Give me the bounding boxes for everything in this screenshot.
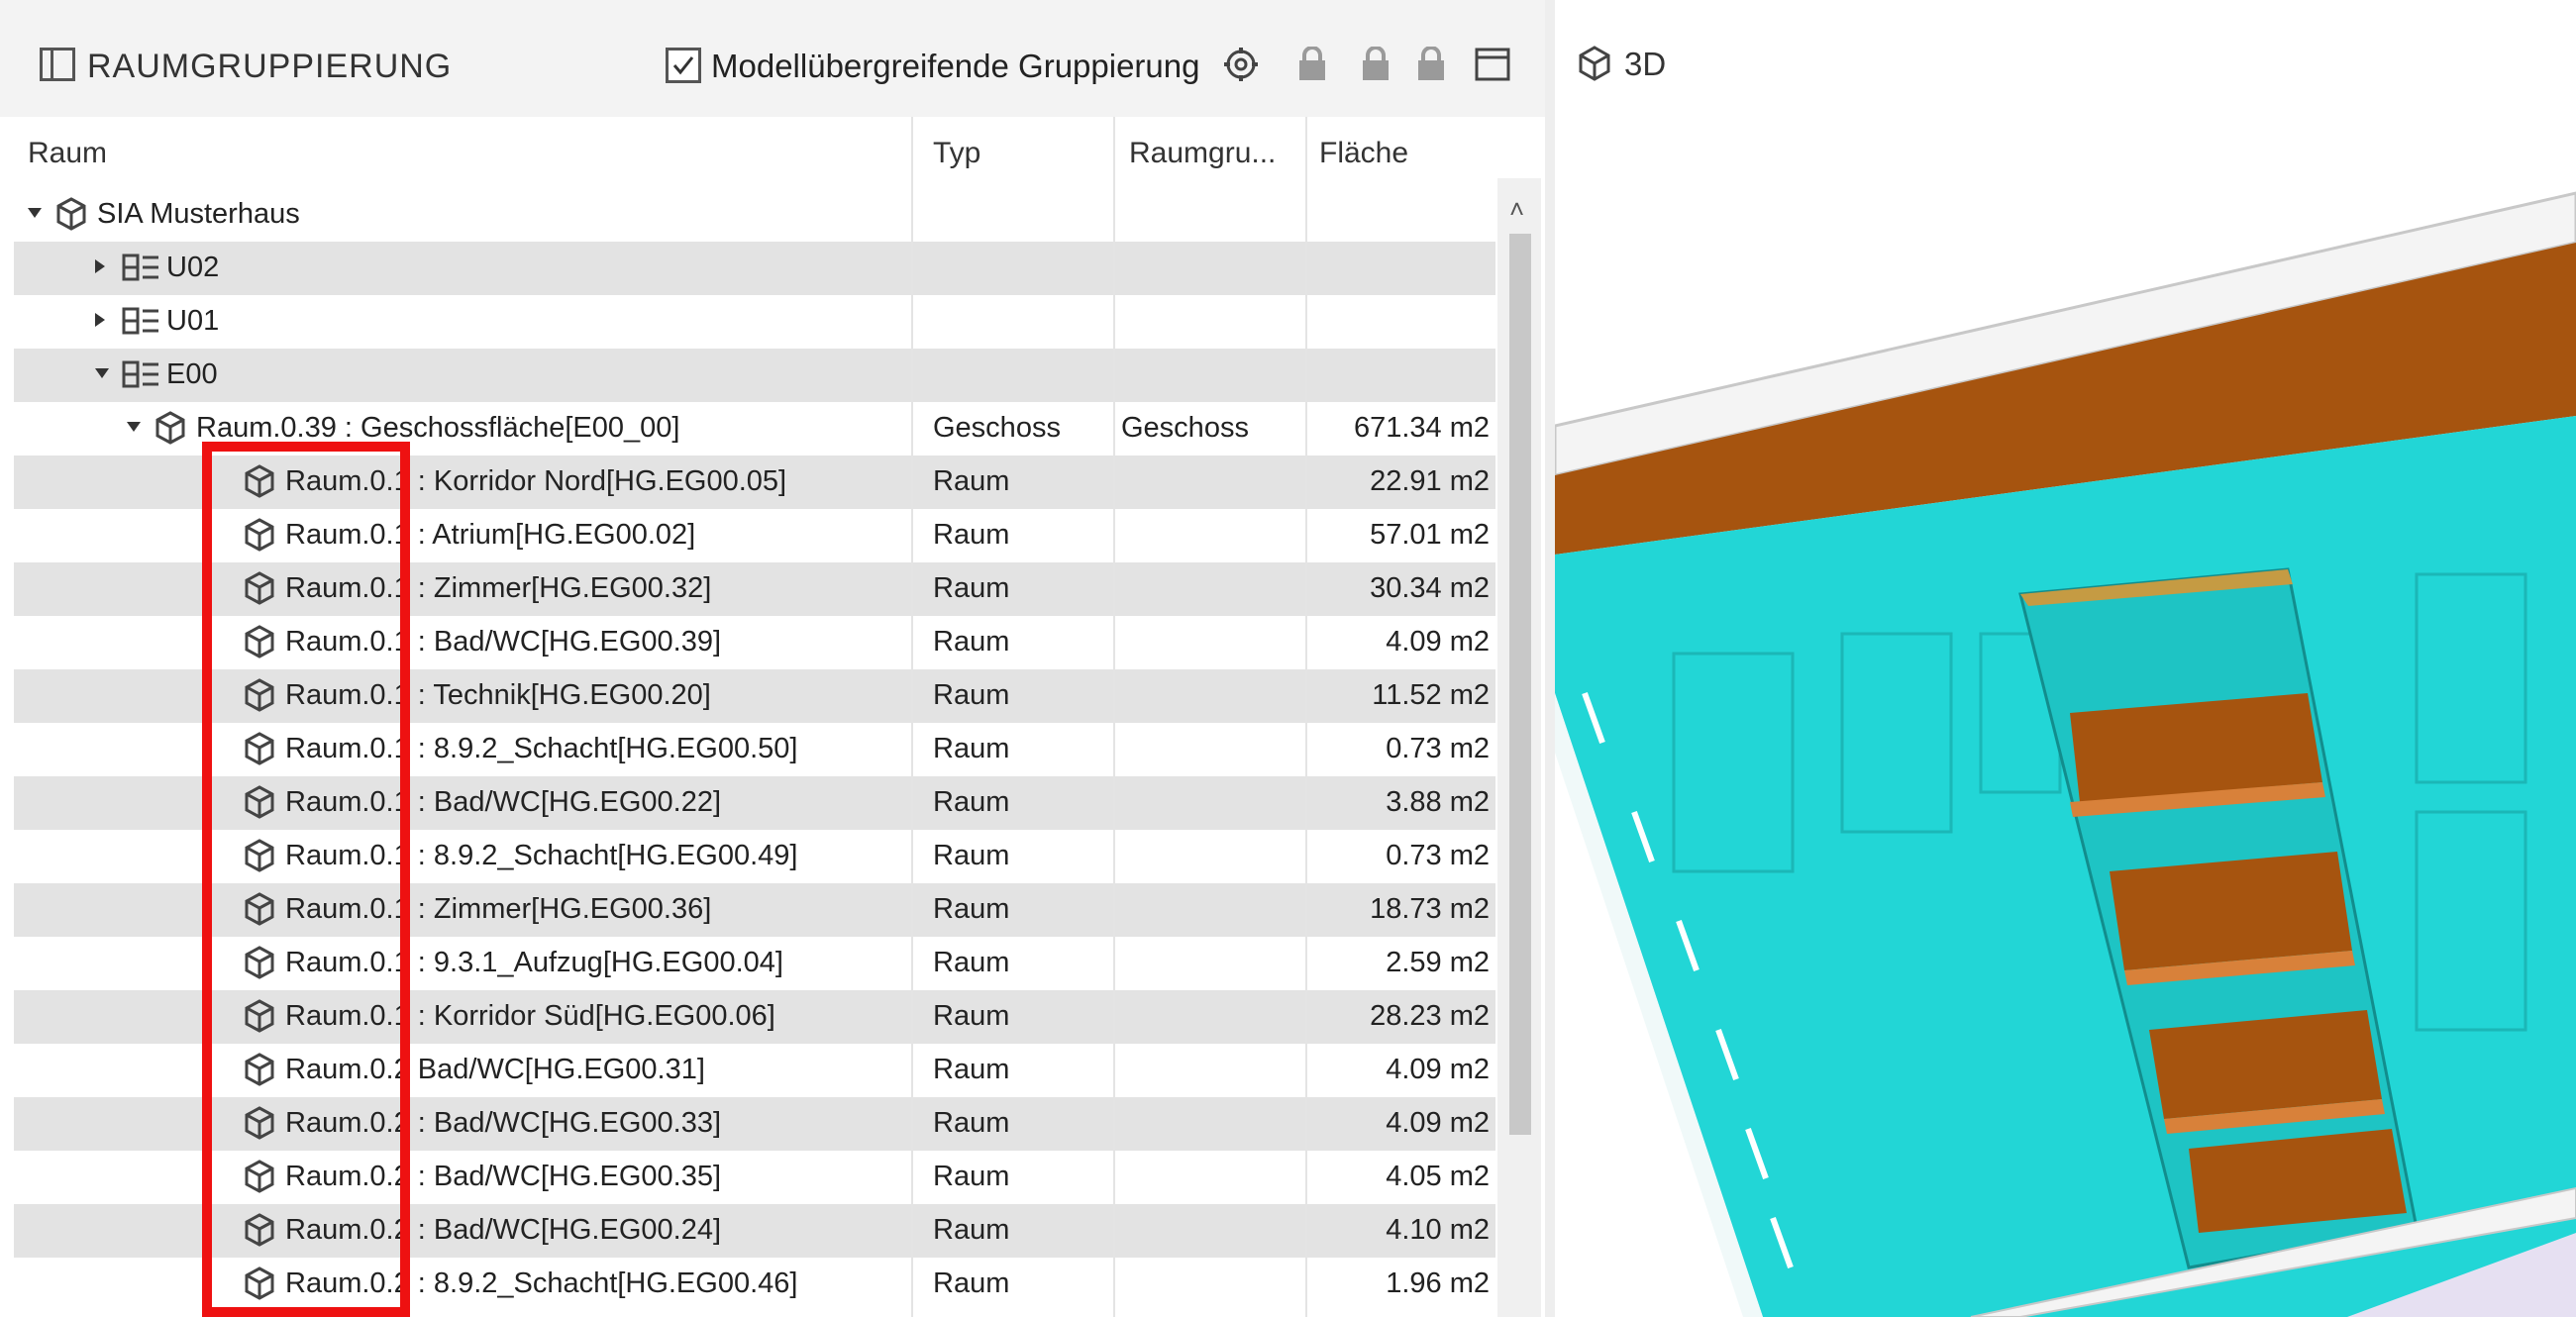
- room-type: Raum: [933, 519, 1010, 551]
- room-group: Geschoss: [1121, 412, 1249, 444]
- panel-header: RAUMGRUPPIERUNG Modellübergreifende Grup…: [0, 0, 1545, 117]
- lock-icon[interactable]: [1291, 44, 1333, 85]
- building-level-icon: [121, 252, 160, 288]
- room-type: Raum: [933, 733, 1010, 764]
- expand-arrow-right-icon[interactable]: [95, 313, 105, 327]
- room-area: 57.01 m2: [1370, 519, 1490, 551]
- scroll-up-icon[interactable]: ˄: [1509, 194, 1524, 225]
- scrollbar-thumb[interactable]: [1509, 234, 1531, 1135]
- window-icon[interactable]: [1472, 44, 1513, 85]
- room-area: 22.91 m2: [1370, 465, 1490, 497]
- cube-icon: [153, 410, 188, 451]
- room-name: SIA Musterhaus: [97, 198, 300, 230]
- expand-arrow-right-icon[interactable]: [95, 259, 105, 273]
- checkmark-icon: [672, 56, 694, 75]
- room-area: 3.88 m2: [1386, 786, 1490, 818]
- column-header-raum[interactable]: Raum: [28, 137, 107, 170]
- building-model-render: [1555, 191, 2576, 1317]
- expand-arrow-down-icon[interactable]: [95, 368, 109, 378]
- building-level-icon: [121, 358, 160, 395]
- room-type: Geschoss: [933, 412, 1061, 444]
- room-type: Raum: [933, 572, 1010, 604]
- expand-arrow-down-icon[interactable]: [28, 208, 42, 218]
- tree-row[interactable]: U02: [14, 242, 1495, 295]
- column-separator: [1113, 117, 1115, 1317]
- tree-row[interactable]: U01: [14, 295, 1495, 349]
- room-type: Raum: [933, 1107, 1010, 1139]
- room-area: 30.34 m2: [1370, 572, 1490, 604]
- cross-model-grouping-label[interactable]: Modellübergreifende Gruppierung: [711, 48, 1200, 85]
- settings-icon[interactable]: [1220, 44, 1262, 85]
- column-separator: [911, 117, 913, 1317]
- cross-model-grouping-checkbox[interactable]: [666, 48, 701, 83]
- room-name: U02: [166, 252, 220, 283]
- room-name: U01: [166, 305, 220, 337]
- room-type: Raum: [933, 947, 1010, 978]
- lock-icon[interactable]: [1355, 44, 1396, 85]
- room-area: 1.96 m2: [1386, 1267, 1490, 1299]
- tree-row[interactable]: SIA Musterhaus: [14, 188, 1495, 242]
- room-area: 2.59 m2: [1386, 947, 1490, 978]
- panel-title: RAUMGRUPPIERUNG: [87, 48, 453, 85]
- panel-divider[interactable]: [1545, 0, 1555, 1317]
- red-highlight-box: [202, 442, 410, 1317]
- vertical-scrollbar[interactable]: ˄: [1497, 178, 1541, 1317]
- room-area: 0.73 m2: [1386, 733, 1490, 764]
- room-type: Raum: [933, 1161, 1010, 1192]
- room-type: Raum: [933, 679, 1010, 711]
- room-area: 28.23 m2: [1370, 1000, 1490, 1032]
- room-area: 4.10 m2: [1386, 1214, 1490, 1246]
- room-area: 11.52 m2: [1372, 679, 1490, 711]
- column-separator: [1305, 117, 1307, 1317]
- room-type: Raum: [933, 1054, 1010, 1085]
- room-type: Raum: [933, 1214, 1010, 1246]
- room-name: E00: [166, 358, 218, 390]
- room-grouping-panel: RAUMGRUPPIERUNG Modellübergreifende Grup…: [0, 0, 1545, 1317]
- building-level-icon: [121, 305, 160, 342]
- expand-arrow-down-icon[interactable]: [127, 422, 141, 432]
- column-header-raumgruppe[interactable]: Raumgru...: [1129, 137, 1276, 170]
- room-name: Raum.0.39 : Geschossfläche[E00_00]: [196, 412, 680, 444]
- column-header-typ[interactable]: Typ: [933, 137, 980, 170]
- room-type: Raum: [933, 626, 1010, 658]
- app-root: RAUMGRUPPIERUNG Modellübergreifende Grup…: [0, 0, 2576, 1317]
- room-area: 4.05 m2: [1386, 1161, 1490, 1192]
- room-type: Raum: [933, 465, 1010, 497]
- column-header-flaeche[interactable]: Fläche: [1319, 137, 1408, 170]
- lock-icon[interactable]: [1410, 44, 1452, 85]
- room-type: Raum: [933, 786, 1010, 818]
- room-area: 4.09 m2: [1386, 1054, 1490, 1085]
- room-type: Raum: [933, 893, 1010, 925]
- room-area: 671.34 m2: [1353, 412, 1490, 444]
- cube-icon: [53, 196, 89, 237]
- room-type: Raum: [933, 1000, 1010, 1032]
- tree-row[interactable]: E00: [14, 349, 1495, 402]
- room-area: 0.73 m2: [1386, 840, 1490, 871]
- room-area: 4.09 m2: [1386, 1107, 1490, 1139]
- room-area: 18.73 m2: [1370, 893, 1490, 925]
- panel-icon: [40, 48, 75, 81]
- viewport-3d[interactable]: 3D: [1555, 0, 2576, 1317]
- room-type: Raum: [933, 1267, 1010, 1299]
- room-type: Raum: [933, 840, 1010, 871]
- room-area: 4.09 m2: [1386, 626, 1490, 658]
